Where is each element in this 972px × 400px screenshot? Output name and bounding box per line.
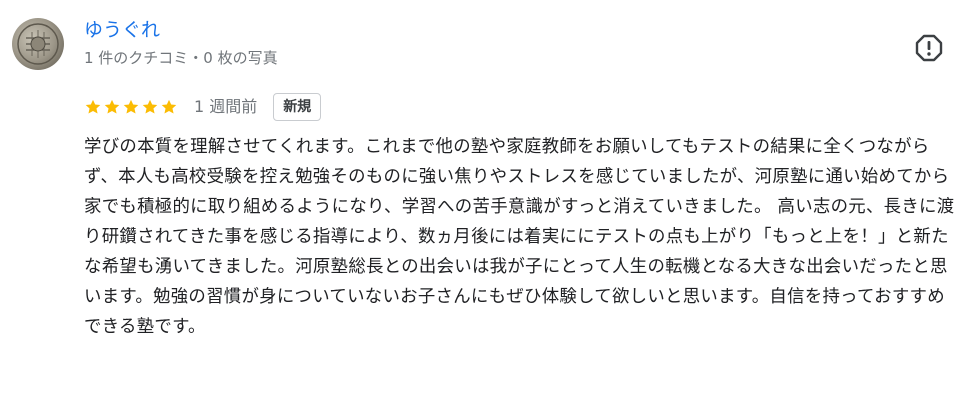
star-icon bbox=[104, 99, 120, 114]
star-icon bbox=[85, 99, 101, 114]
avatar-image bbox=[12, 18, 64, 70]
reviewer-meta: 1 件のクチコミ・0 枚の写真 bbox=[84, 49, 278, 67]
review-text: 学びの本質を理解させてくれます。これまで他の塾や家庭教師をお願いしてもテストの結… bbox=[84, 137, 955, 337]
review-card: ゆうぐれ 1 件のクチコミ・0 枚の写真 1 週間前 新規 学びの本質を理解させ… bbox=[0, 0, 972, 400]
rating-row: 1 週間前 新規 bbox=[84, 92, 322, 122]
star-icon bbox=[142, 99, 158, 114]
star-rating bbox=[84, 98, 178, 116]
star-icon bbox=[123, 99, 139, 114]
new-badge: 新規 bbox=[273, 93, 322, 121]
review-time: 1 週間前 bbox=[194, 97, 258, 116]
report-flag-icon bbox=[915, 34, 943, 62]
star-icon bbox=[161, 99, 177, 114]
avatar[interactable] bbox=[12, 18, 64, 70]
reviewer-name-link[interactable]: ゆうぐれ bbox=[84, 18, 160, 42]
report-button[interactable] bbox=[914, 33, 944, 63]
